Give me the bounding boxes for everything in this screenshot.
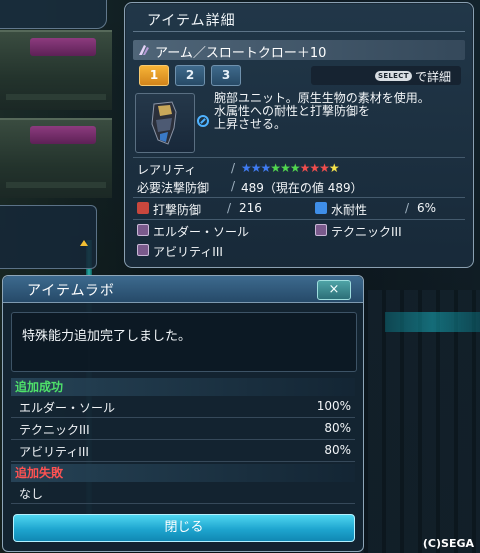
ability-slot: アビリティIII bbox=[153, 245, 223, 259]
ability-slot: テクニックIII bbox=[331, 225, 402, 239]
star-icon: ★ bbox=[241, 161, 252, 175]
divider bbox=[133, 219, 465, 220]
caret-up-icon bbox=[80, 240, 88, 246]
divider bbox=[133, 157, 465, 158]
ability-name: アビリティIII bbox=[19, 445, 89, 459]
tab-2[interactable]: 2 bbox=[175, 65, 205, 86]
strike-defense-icon bbox=[137, 202, 149, 214]
ability-slot-icon bbox=[137, 224, 149, 236]
tab-1[interactable]: 1 bbox=[139, 65, 169, 86]
fail-header: 追加失敗 bbox=[11, 464, 355, 482]
star-icon: ★ bbox=[280, 161, 291, 175]
strike-defense-value: 216 bbox=[239, 201, 262, 215]
background-crate bbox=[0, 30, 112, 110]
background-panel bbox=[0, 0, 107, 29]
restriction-icon bbox=[197, 115, 209, 127]
required-defense-label: 必要法撃防御 bbox=[137, 181, 210, 195]
separator-slash: / bbox=[405, 201, 410, 215]
item-description: 腕部ユニット。原生生物の素材を使用。 水属性への耐性と打撃防御を 上昇させる。 bbox=[214, 92, 464, 131]
copyright: (C)SEGA bbox=[422, 537, 474, 550]
water-resist-label: 水耐性 bbox=[331, 203, 368, 217]
ability-slot-icon bbox=[137, 244, 149, 256]
strike-defense-label: 打撃防御 bbox=[153, 203, 202, 217]
background-light bbox=[385, 312, 480, 332]
dialog-header: アイテムラボ × bbox=[3, 276, 363, 303]
item-thumbnail bbox=[135, 93, 195, 153]
ability-name: テクニックIII bbox=[19, 423, 90, 437]
separator-slash: / bbox=[231, 161, 236, 175]
description-line: 上昇させる。 bbox=[214, 117, 287, 131]
ability-slot-icon bbox=[315, 224, 327, 236]
water-resist-icon bbox=[315, 202, 327, 214]
water-resist-value: 6% bbox=[417, 201, 437, 215]
window-title: アイテム詳細 bbox=[147, 13, 236, 29]
list-item: アビリティIII 80% bbox=[11, 440, 355, 462]
star-icon: ★ bbox=[299, 161, 311, 175]
claw-weapon-icon bbox=[139, 45, 149, 55]
detail-hint-label: で詳細 bbox=[415, 70, 452, 84]
item-lab-dialog: アイテムラボ × 特殊能力追加完了しました。 追加成功 エルダー・ソール 100… bbox=[2, 275, 364, 552]
item-name-bar: アーム／スロートクロー＋10 bbox=[133, 40, 465, 61]
detail-hint[interactable]: SELECT で詳細 bbox=[311, 66, 461, 85]
close-icon[interactable]: × bbox=[317, 280, 351, 300]
star-icon: ★ bbox=[260, 161, 272, 175]
background-crate bbox=[0, 118, 112, 198]
separator-slash: / bbox=[227, 201, 232, 215]
list-item: エルダー・ソール 100% bbox=[11, 396, 355, 418]
success-header: 追加成功 bbox=[11, 378, 355, 396]
tab-3[interactable]: 3 bbox=[211, 65, 241, 86]
gauntlet-icon bbox=[151, 101, 177, 145]
success-rate: 100% bbox=[316, 399, 351, 413]
star-icon: ★ bbox=[250, 161, 262, 175]
item-detail-window: アイテム詳細 アーム／スロートクロー＋10 1 2 3 SELECT で詳細 腕… bbox=[124, 2, 474, 268]
separator-slash: / bbox=[231, 179, 236, 193]
dialog-title: アイテムラボ bbox=[27, 283, 115, 299]
rarity-stars: ★★★★★★★★★★ bbox=[241, 161, 340, 175]
list-item: なし bbox=[11, 482, 355, 504]
required-defense-value: 489（現在の値 489） bbox=[241, 181, 363, 195]
star-icon: ★ bbox=[309, 161, 320, 175]
star-icon: ★ bbox=[289, 161, 301, 175]
background-panel bbox=[0, 205, 97, 269]
message-box: 特殊能力追加完了しました。 bbox=[11, 312, 357, 372]
ability-name: なし bbox=[19, 487, 44, 501]
success-rate: 80% bbox=[324, 443, 351, 457]
star-icon: ★ bbox=[270, 161, 281, 175]
ability-slot: エルダー・ソール bbox=[153, 225, 250, 239]
star-icon: ★ bbox=[319, 161, 330, 175]
divider bbox=[133, 31, 465, 32]
result-message: 特殊能力追加完了しました。 bbox=[22, 329, 192, 344]
list-item: テクニックIII 80% bbox=[11, 418, 355, 440]
success-rate: 80% bbox=[324, 421, 351, 435]
rarity-label: レアリティ bbox=[137, 163, 197, 177]
select-button-icon: SELECT bbox=[375, 71, 412, 81]
ability-name: エルダー・ソール bbox=[19, 401, 116, 415]
close-button[interactable]: 閉じる bbox=[13, 514, 355, 542]
item-name: アーム／スロートクロー＋10 bbox=[155, 46, 327, 61]
star-icon: ★ bbox=[328, 161, 340, 175]
divider bbox=[133, 197, 465, 198]
